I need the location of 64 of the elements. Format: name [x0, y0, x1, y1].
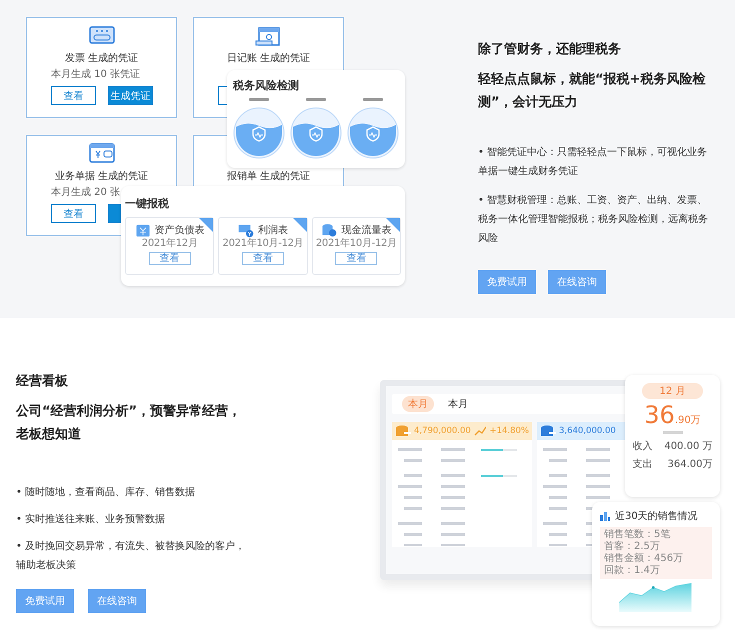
row-value: 364.00万: [668, 458, 712, 471]
card-title: 报销单 生成的凭证: [226, 171, 310, 182]
card-title: 近30天的销售情况: [615, 510, 698, 523]
stat-text: 首客：2.5万: [604, 541, 661, 552]
free-trial-button[interactable]: 免费试用: [478, 270, 536, 294]
feature-text: • 及时挽回交易异常，有流失、被替换风险的客户，辅助老板决策: [16, 540, 246, 573]
row-label: 收入: [632, 440, 652, 453]
voucher-count: 本月生成 10 张凭证: [51, 69, 140, 80]
row-value: 400.00 万: [664, 440, 712, 453]
water-gauge-drawing: [290, 97, 342, 159]
panel-title: 一键报税: [125, 196, 170, 211]
feature-text: • 实时推送往来账、业务预警数据: [16, 512, 166, 527]
section-label: 经营看板: [16, 374, 69, 390]
coins-icon: [395, 424, 411, 438]
feature-text: • 智能凭证中心：只需轻轻点一下鼠标，可视化业务单据一键生成财务凭证: [478, 146, 708, 179]
view-button[interactable]: 查看: [51, 86, 96, 105]
row-label: 支出: [632, 458, 652, 471]
stat-text: 销售笔数：5笔: [604, 529, 672, 540]
section-heading: 轻轻点点鼠标，就能“报税+税务风险检测”，会计无压力: [478, 71, 706, 112]
view-button[interactable]: 查看: [242, 252, 284, 265]
report-period: 2021年12月: [142, 238, 198, 250]
report-name: 现金流量表: [341, 224, 392, 237]
report-icon: [238, 222, 254, 238]
amount-unit: .90万: [674, 415, 701, 426]
coins-icon: [540, 424, 556, 438]
view-button[interactable]: 查看: [148, 252, 191, 265]
water-gauge-drawing: [233, 97, 285, 159]
amount-value: 36: [644, 401, 675, 429]
generate-button[interactable]: 生成凭证: [108, 86, 153, 105]
bar-chart-icon: [600, 511, 610, 521]
panel-title: 税务风险检测: [233, 78, 300, 93]
caption-line-drawing: [662, 431, 682, 435]
period-tab[interactable]: 本月: [442, 396, 474, 412]
water-gauge-drawing: [347, 97, 399, 159]
month-pill: 12 月: [642, 383, 704, 399]
report-period: 2021年10月-12月: [222, 238, 304, 250]
report-name: 资产负债表: [154, 224, 205, 237]
voucher-count: 本月生成 20 张: [51, 187, 120, 198]
corner-ribbon-icon: [292, 218, 307, 232]
report-period: 2021年10月-12月: [316, 238, 397, 250]
card-title: 业务单据 生成的凭证: [54, 171, 148, 182]
amount-text: 3,640,000.00: [559, 426, 616, 436]
trend-icon: [474, 426, 486, 436]
wallet-icon: [86, 141, 116, 165]
section-heading: 公司“经营利润分析”，预警异常经营，老板想知道: [16, 402, 242, 444]
view-button[interactable]: 查看: [335, 252, 378, 265]
feature-text: • 智慧财税管理：总账、工资、资产、出纳、发票、税务一体化管理智能报税；税务风险检测，远离税务风险: [478, 194, 709, 246]
period-tab[interactable]: 本月: [402, 396, 434, 412]
report-icon: [134, 222, 151, 238]
stat-text: 回款：1.4万: [604, 565, 661, 577]
consult-button[interactable]: 在线咨询: [548, 270, 606, 294]
amount-text: 4,790,000.00: [414, 426, 471, 436]
free-trial-button[interactable]: 免费试用: [16, 589, 74, 613]
card-title: 日记账 生成的凭证: [226, 53, 310, 64]
card-title: 发票 生成的凭证: [64, 53, 138, 64]
view-button[interactable]: 查看: [51, 204, 96, 223]
section-heading: 除了管财务，还能理税务: [478, 41, 622, 59]
report-name: 利润表: [258, 224, 288, 237]
stat-text: 销售金额：456万: [604, 553, 684, 565]
consult-button[interactable]: 在线咨询: [88, 589, 146, 613]
change-text: +14.80%: [489, 426, 529, 436]
view-button[interactable]: [218, 86, 227, 105]
report-icon: [321, 222, 338, 238]
feature-text: • 随时随地，查看商品、库存、销售数据: [16, 486, 196, 500]
